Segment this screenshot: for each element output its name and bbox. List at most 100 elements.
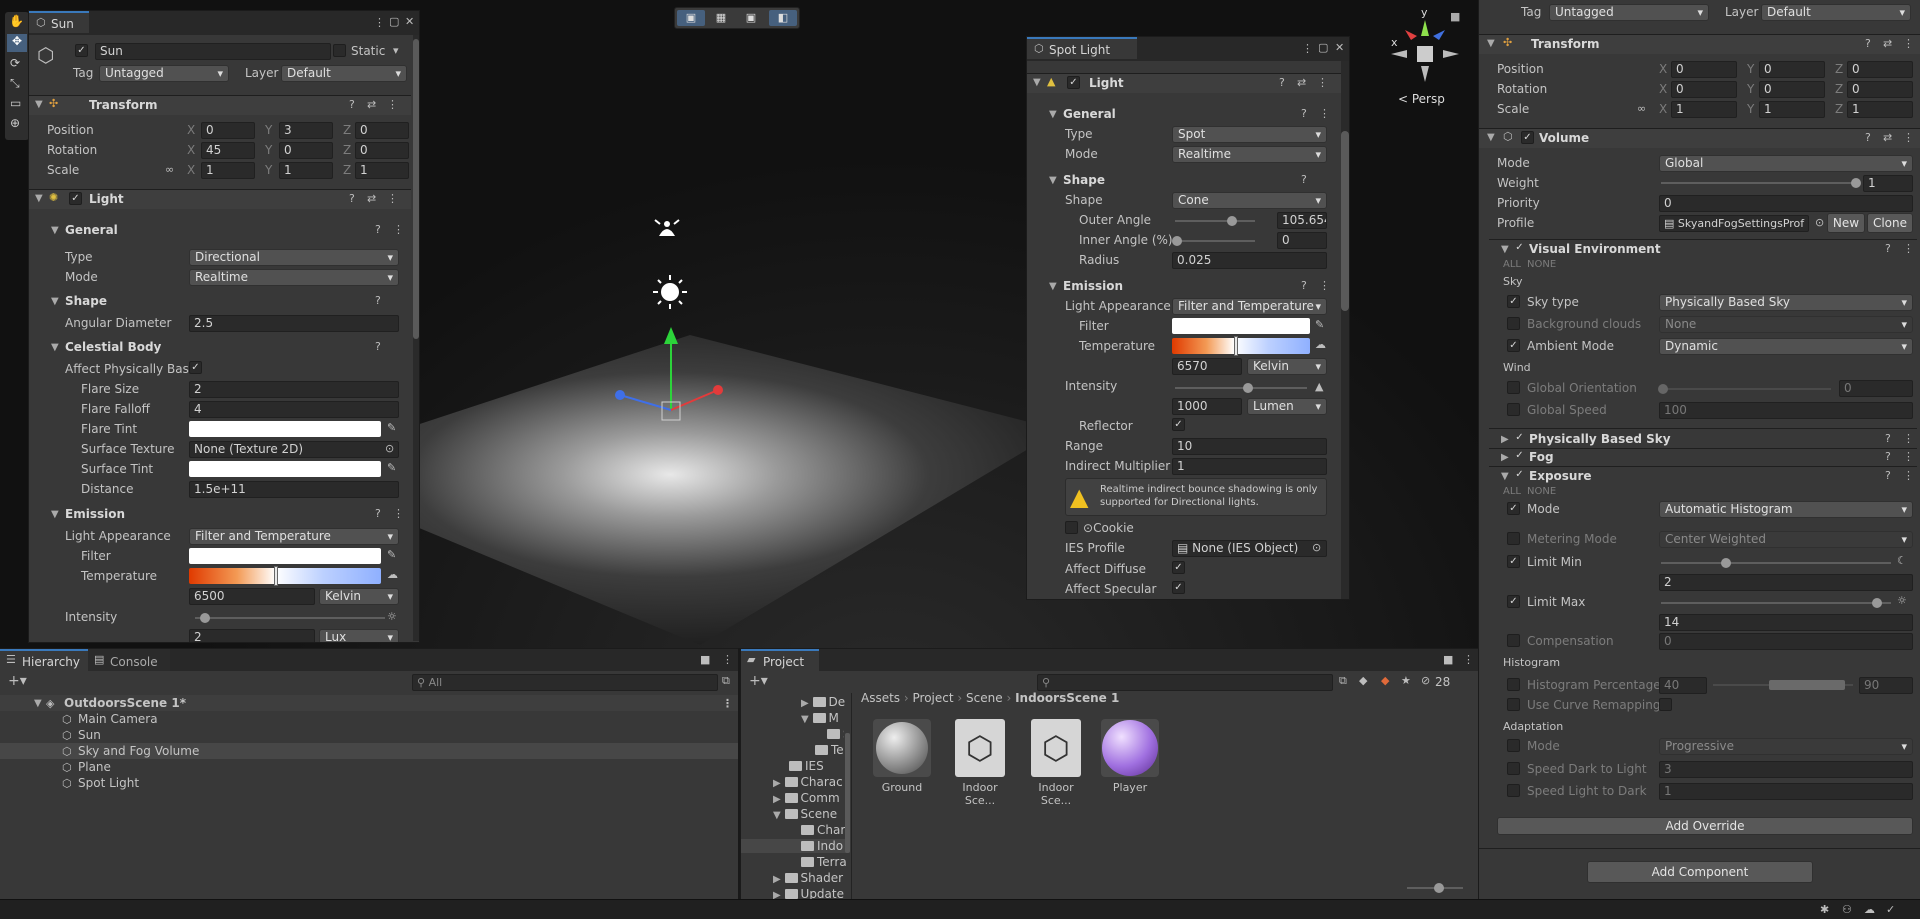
tree-item[interactable]: ▶ Charac — [773, 775, 843, 789]
tag-dropdown[interactable]: Untagged — [1549, 4, 1709, 21]
global-speed-override[interactable] — [1507, 403, 1520, 416]
orientation-gizmo[interactable]: y x — [1385, 6, 1475, 96]
rotation-y[interactable]: 0 — [279, 142, 333, 159]
limit-max-field[interactable]: 14 — [1659, 614, 1913, 631]
foldout-icon[interactable]: ▼ — [1049, 109, 1057, 120]
rect-tool-icon[interactable]: ▭ — [10, 96, 21, 110]
profile-field[interactable]: ▤ SkyandFogSettingsProf — [1659, 215, 1809, 232]
adapt-mode-dropdown[interactable]: Progressive — [1659, 738, 1913, 755]
tree-item[interactable]: Indo — [741, 839, 847, 853]
new-profile-button[interactable]: New — [1827, 213, 1865, 233]
outer-angle-slider[interactable] — [1175, 220, 1255, 222]
rotation-x[interactable]: 0 — [1671, 81, 1737, 98]
tree-item[interactable]: ▼ M — [801, 711, 839, 725]
temperature-field[interactable]: 6500 — [189, 588, 315, 605]
light-dark-field[interactable]: 1 — [1659, 783, 1913, 800]
breadcrumb-assets[interactable]: Assets — [861, 691, 900, 705]
rotation-x[interactable]: 45 — [201, 142, 255, 159]
help-icon[interactable]: ? — [375, 340, 381, 353]
help-icon[interactable]: ? — [349, 192, 355, 205]
lighting-mode-button[interactable]: ◧ — [769, 10, 797, 26]
render-mode-button[interactable]: ▣ — [737, 10, 765, 26]
indirect-multiplier-field[interactable]: 1 — [1172, 458, 1327, 475]
light-appearance-dropdown[interactable]: Filter and Temperature — [189, 528, 399, 545]
limit-min-slider[interactable] — [1661, 562, 1891, 564]
help-icon[interactable]: ? — [1301, 173, 1307, 186]
help-icon[interactable]: ? — [1865, 37, 1871, 50]
filter-color[interactable] — [1172, 318, 1310, 334]
dark-light-field[interactable]: 3 — [1659, 761, 1913, 778]
help-icon[interactable]: ? — [1885, 469, 1891, 482]
close-icon[interactable]: ✕ — [1335, 41, 1344, 54]
tree-splitter[interactable] — [851, 693, 852, 899]
menu-icon[interactable]: ⋮ — [1903, 242, 1914, 255]
flare-size-field[interactable]: 2 — [189, 381, 399, 398]
intensity-field[interactable]: 1000 — [1172, 398, 1242, 415]
foldout-icon[interactable]: ▶ — [1501, 452, 1509, 463]
asset-ground[interactable]: Ground — [871, 719, 933, 799]
mode-dropdown[interactable]: Realtime — [1172, 146, 1327, 163]
rotation-z[interactable]: 0 — [1847, 81, 1913, 98]
icon-size-knob[interactable] — [1434, 883, 1444, 893]
tree-scrollbar[interactable] — [845, 733, 850, 853]
hidden-count-icon[interactable]: ⊘ — [1421, 674, 1430, 687]
breadcrumb-scene[interactable]: Scene — [966, 691, 1003, 705]
shape-dropdown[interactable]: Cone — [1172, 192, 1327, 209]
fog-checkbox[interactable]: ✓ — [1513, 450, 1526, 463]
foldout-icon[interactable]: ▼ — [1049, 175, 1057, 186]
tree-item[interactable]: IES — [789, 759, 824, 773]
general-section[interactable]: General — [65, 223, 118, 237]
active-checkbox[interactable]: ✓ — [75, 44, 88, 57]
more-menu-icon[interactable]: ⋮ — [1302, 42, 1313, 55]
none-toggle[interactable]: NONE — [1527, 486, 1556, 497]
component-menu-icon[interactable]: ⋮ — [1903, 37, 1914, 50]
limit-max-knob[interactable] — [1872, 598, 1882, 608]
filter-icon[interactable]: ◆ — [1359, 674, 1367, 687]
component-menu-icon[interactable]: ⋮ — [1317, 76, 1328, 89]
add-override-button[interactable]: Add Override — [1497, 817, 1913, 835]
intensity-slider[interactable] — [195, 617, 385, 619]
limit-min-field[interactable]: 2 — [1659, 574, 1913, 591]
menu-icon[interactable]: ⋮ — [1903, 469, 1914, 482]
reflector-checkbox[interactable]: ✓ — [1172, 418, 1185, 431]
intensity-slider-knob[interactable] — [200, 613, 210, 623]
move-tool-icon[interactable]: ✥ — [7, 34, 27, 52]
menu-icon[interactable]: ⋮ — [1903, 450, 1914, 463]
preset-icon[interactable]: ⇄ — [1883, 37, 1892, 50]
global-orientation-override[interactable] — [1507, 381, 1520, 394]
tag-dropdown[interactable]: Untagged — [99, 65, 229, 82]
link-icon[interactable]: ∞ — [1637, 102, 1646, 115]
breadcrumb-indoors[interactable]: IndoorsScene 1 — [1015, 691, 1119, 705]
limit-min-knob[interactable] — [1721, 558, 1731, 568]
foldout-icon[interactable]: ▼ — [51, 342, 59, 353]
global-orientation-field[interactable]: 0 — [1839, 380, 1913, 397]
bg-clouds-override[interactable] — [1507, 317, 1520, 330]
debug-icon[interactable]: ✱ — [1820, 903, 1829, 916]
sky-type-dropdown[interactable]: Physically Based Sky — [1659, 294, 1913, 311]
ies-profile-field[interactable]: ▤ None (IES Object) — [1172, 540, 1327, 557]
temperature-handle[interactable] — [1234, 336, 1238, 356]
curve-remap-override[interactable] — [1507, 698, 1520, 711]
scale-z[interactable]: 1 — [355, 162, 409, 179]
hierarchy-item-sun[interactable]: ⬡ Sun — [0, 727, 738, 743]
metering-mode-dropdown[interactable]: Center Weighted — [1659, 531, 1913, 548]
more-menu-icon[interactable]: ⋮ — [1463, 653, 1474, 666]
tree-item[interactable]: Te — [815, 743, 844, 757]
help-icon[interactable]: ? — [375, 223, 381, 236]
preset-icon[interactable]: ⇄ — [367, 192, 376, 205]
object-name-field[interactable]: Sun — [95, 43, 331, 60]
tree-item[interactable]: ▶ Comm — [773, 791, 840, 805]
surface-texture-field[interactable]: None (Texture 2D) — [189, 441, 399, 458]
scale-y[interactable]: 1 — [1759, 101, 1825, 118]
curve-remap-checkbox[interactable] — [1659, 698, 1672, 711]
preset-icon[interactable]: ⇄ — [367, 98, 376, 111]
tree-item[interactable]: Char — [801, 823, 845, 837]
add-icon[interactable]: +▾ — [749, 673, 768, 689]
hierarchy-item-spot-light[interactable]: ⬡ Spot Light — [0, 775, 738, 791]
foldout-icon[interactable]: ▼ — [1049, 281, 1057, 292]
priority-field[interactable]: 0 — [1659, 195, 1913, 212]
general-section[interactable]: General — [1063, 107, 1116, 121]
exposure-mode-override[interactable]: ✓ — [1507, 502, 1520, 515]
foldout-icon[interactable]: ▶ — [1501, 434, 1509, 445]
check-status-icon[interactable]: ✓ — [1886, 903, 1895, 916]
